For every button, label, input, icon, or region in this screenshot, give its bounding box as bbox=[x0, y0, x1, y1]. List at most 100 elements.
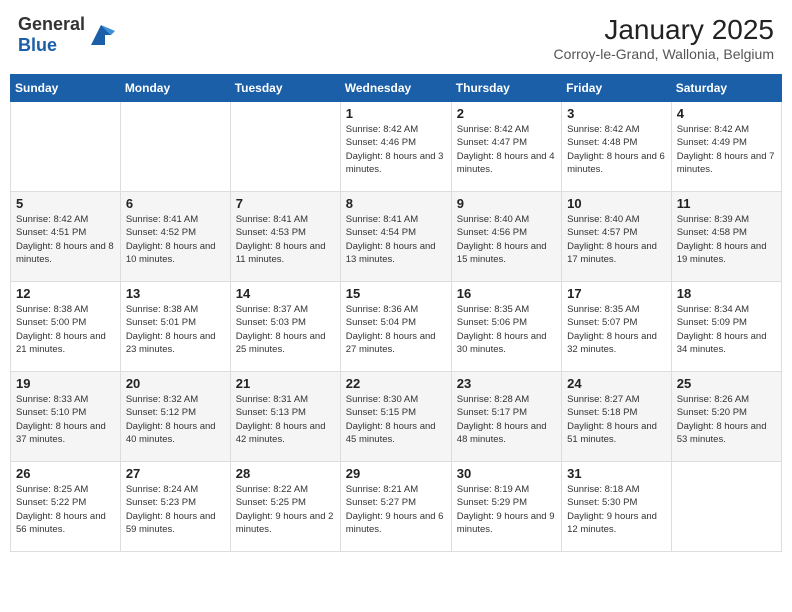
day-info: Sunrise: 8:41 AM Sunset: 4:54 PM Dayligh… bbox=[346, 213, 446, 266]
day-info: Sunrise: 8:28 AM Sunset: 5:17 PM Dayligh… bbox=[457, 393, 556, 446]
day-info: Sunrise: 8:42 AM Sunset: 4:49 PM Dayligh… bbox=[677, 123, 776, 176]
calendar-cell: 9Sunrise: 8:40 AM Sunset: 4:56 PM Daylig… bbox=[451, 192, 561, 282]
day-info: Sunrise: 8:40 AM Sunset: 4:56 PM Dayligh… bbox=[457, 213, 556, 266]
calendar-header-row: SundayMondayTuesdayWednesdayThursdayFrid… bbox=[11, 75, 782, 102]
calendar-cell: 27 Sunrise: 8:24 AM Sunset: 5:23 PM Dayli… bbox=[120, 462, 230, 552]
day-number: 23 bbox=[457, 376, 556, 391]
calendar-week-row: 19Sunrise: 8:33 AM Sunset: 5:10 PM Dayli… bbox=[11, 372, 782, 462]
calendar-cell: 10 Sunrise: 8:40 AM Sunset: 4:57 PM Dayli… bbox=[562, 192, 672, 282]
day-info: Sunrise: 8:35 AM Sunset: 5:07 PM Dayligh… bbox=[567, 303, 666, 356]
day-number: 22 bbox=[346, 376, 446, 391]
day-info: Sunrise: 8:24 AM Sunset: 5:23 PM Dayligh… bbox=[126, 483, 225, 536]
calendar-cell: 3Sunrise: 8:42 AM Sunset: 4:48 PM Daylig… bbox=[562, 102, 672, 192]
day-number: 15 bbox=[346, 286, 446, 301]
day-number: 20 bbox=[126, 376, 225, 391]
day-of-week-header: Saturday bbox=[671, 75, 781, 102]
calendar-cell: 16 Sunrise: 8:35 AM Sunset: 5:06 PM Dayli… bbox=[451, 282, 561, 372]
calendar-cell bbox=[11, 102, 121, 192]
calendar-cell: 22Sunrise: 8:30 AM Sunset: 5:15 PM Dayli… bbox=[340, 372, 451, 462]
day-info: Sunrise: 8:41 AM Sunset: 4:52 PM Dayligh… bbox=[126, 213, 225, 266]
calendar-cell: 17Sunrise: 8:35 AM Sunset: 5:07 PM Dayli… bbox=[562, 282, 672, 372]
calendar-week-row: 5 Sunrise: 8:42 AM Sunset: 4:51 PM Daylig… bbox=[11, 192, 782, 282]
day-number: 31 bbox=[567, 466, 666, 481]
day-info: Sunrise: 8:32 AM Sunset: 5:12 PM Dayligh… bbox=[126, 393, 225, 446]
calendar-cell: 6 Sunrise: 8:41 AM Sunset: 4:52 PM Daylig… bbox=[120, 192, 230, 282]
calendar-week-row: 12 Sunrise: 8:38 AM Sunset: 5:00 PM Dayli… bbox=[11, 282, 782, 372]
day-number: 26 bbox=[16, 466, 115, 481]
day-info: Sunrise: 8:42 AM Sunset: 4:48 PM Dayligh… bbox=[567, 123, 666, 176]
calendar-cell: 20 Sunrise: 8:32 AM Sunset: 5:12 PM Dayli… bbox=[120, 372, 230, 462]
day-number: 29 bbox=[346, 466, 446, 481]
calendar-week-row: 1Sunrise: 8:42 AM Sunset: 4:46 PM Daylig… bbox=[11, 102, 782, 192]
month-title: January 2025 bbox=[554, 14, 774, 46]
day-info: Sunrise: 8:33 AM Sunset: 5:10 PM Dayligh… bbox=[16, 393, 115, 446]
calendar-cell: 25Sunrise: 8:26 AM Sunset: 5:20 PM Dayli… bbox=[671, 372, 781, 462]
calendar-cell bbox=[230, 102, 340, 192]
day-number: 27 bbox=[126, 466, 225, 481]
calendar-week-row: 26Sunrise: 8:25 AM Sunset: 5:22 PM Dayli… bbox=[11, 462, 782, 552]
calendar-cell: 4Sunrise: 8:42 AM Sunset: 4:49 PM Daylig… bbox=[671, 102, 781, 192]
calendar-cell: 5 Sunrise: 8:42 AM Sunset: 4:51 PM Daylig… bbox=[11, 192, 121, 282]
day-info: Sunrise: 8:40 AM Sunset: 4:57 PM Dayligh… bbox=[567, 213, 666, 266]
day-info: Sunrise: 8:19 AM Sunset: 5:29 PM Dayligh… bbox=[457, 483, 556, 536]
calendar-cell: 2Sunrise: 8:42 AM Sunset: 4:47 PM Daylig… bbox=[451, 102, 561, 192]
day-info: Sunrise: 8:26 AM Sunset: 5:20 PM Dayligh… bbox=[677, 393, 776, 446]
day-number: 7 bbox=[236, 196, 335, 211]
day-info: Sunrise: 8:38 AM Sunset: 5:01 PM Dayligh… bbox=[126, 303, 225, 356]
day-of-week-header: Friday bbox=[562, 75, 672, 102]
day-info: Sunrise: 8:39 AM Sunset: 4:58 PM Dayligh… bbox=[677, 213, 776, 266]
day-number: 6 bbox=[126, 196, 225, 211]
day-info: Sunrise: 8:42 AM Sunset: 4:51 PM Dayligh… bbox=[16, 213, 115, 266]
calendar-cell: 11 Sunrise: 8:39 AM Sunset: 4:58 PM Dayli… bbox=[671, 192, 781, 282]
day-number: 8 bbox=[346, 196, 446, 211]
day-info: Sunrise: 8:22 AM Sunset: 5:25 PM Dayligh… bbox=[236, 483, 335, 536]
day-info: Sunrise: 8:31 AM Sunset: 5:13 PM Dayligh… bbox=[236, 393, 335, 446]
calendar-cell: 30 Sunrise: 8:19 AM Sunset: 5:29 PM Dayli… bbox=[451, 462, 561, 552]
logo-text: General Blue bbox=[18, 14, 85, 56]
day-number: 5 bbox=[16, 196, 115, 211]
calendar-cell: 21 Sunrise: 8:31 AM Sunset: 5:13 PM Dayli… bbox=[230, 372, 340, 462]
calendar-cell: 19Sunrise: 8:33 AM Sunset: 5:10 PM Dayli… bbox=[11, 372, 121, 462]
logo-icon bbox=[87, 21, 115, 49]
day-info: Sunrise: 8:18 AM Sunset: 5:30 PM Dayligh… bbox=[567, 483, 666, 536]
day-number: 12 bbox=[16, 286, 115, 301]
calendar-cell bbox=[120, 102, 230, 192]
day-of-week-header: Wednesday bbox=[340, 75, 451, 102]
calendar-cell: 1Sunrise: 8:42 AM Sunset: 4:46 PM Daylig… bbox=[340, 102, 451, 192]
day-number: 13 bbox=[126, 286, 225, 301]
day-number: 30 bbox=[457, 466, 556, 481]
day-info: Sunrise: 8:38 AM Sunset: 5:00 PM Dayligh… bbox=[16, 303, 115, 356]
calendar-cell: 28 Sunrise: 8:22 AM Sunset: 5:25 PM Dayli… bbox=[230, 462, 340, 552]
calendar-cell: 23 Sunrise: 8:28 AM Sunset: 5:17 PM Dayli… bbox=[451, 372, 561, 462]
day-number: 2 bbox=[457, 106, 556, 121]
day-info: Sunrise: 8:34 AM Sunset: 5:09 PM Dayligh… bbox=[677, 303, 776, 356]
day-info: Sunrise: 8:37 AM Sunset: 5:03 PM Dayligh… bbox=[236, 303, 335, 356]
day-number: 10 bbox=[567, 196, 666, 211]
day-number: 11 bbox=[677, 196, 776, 211]
day-number: 1 bbox=[346, 106, 446, 121]
day-of-week-header: Monday bbox=[120, 75, 230, 102]
day-of-week-header: Tuesday bbox=[230, 75, 340, 102]
day-info: Sunrise: 8:36 AM Sunset: 5:04 PM Dayligh… bbox=[346, 303, 446, 356]
calendar-cell: 13 Sunrise: 8:38 AM Sunset: 5:01 PM Dayli… bbox=[120, 282, 230, 372]
calendar-cell: 12 Sunrise: 8:38 AM Sunset: 5:00 PM Dayli… bbox=[11, 282, 121, 372]
day-number: 14 bbox=[236, 286, 335, 301]
calendar-cell: 24 Sunrise: 8:27 AM Sunset: 5:18 PM Dayli… bbox=[562, 372, 672, 462]
calendar-cell: 7 Sunrise: 8:41 AM Sunset: 4:53 PM Daylig… bbox=[230, 192, 340, 282]
day-info: Sunrise: 8:27 AM Sunset: 5:18 PM Dayligh… bbox=[567, 393, 666, 446]
day-number: 28 bbox=[236, 466, 335, 481]
day-number: 24 bbox=[567, 376, 666, 391]
day-number: 18 bbox=[677, 286, 776, 301]
day-of-week-header: Thursday bbox=[451, 75, 561, 102]
day-of-week-header: Sunday bbox=[11, 75, 121, 102]
calendar-cell: 26Sunrise: 8:25 AM Sunset: 5:22 PM Dayli… bbox=[11, 462, 121, 552]
calendar-cell: 29Sunrise: 8:21 AM Sunset: 5:27 PM Dayli… bbox=[340, 462, 451, 552]
logo-general: General bbox=[18, 14, 85, 34]
day-info: Sunrise: 8:41 AM Sunset: 4:53 PM Dayligh… bbox=[236, 213, 335, 266]
day-info: Sunrise: 8:35 AM Sunset: 5:06 PM Dayligh… bbox=[457, 303, 556, 356]
page-header: General Blue January 2025 Corroy-le-Gran… bbox=[10, 10, 782, 66]
day-number: 21 bbox=[236, 376, 335, 391]
calendar-cell: 18 Sunrise: 8:34 AM Sunset: 5:09 PM Dayli… bbox=[671, 282, 781, 372]
day-number: 16 bbox=[457, 286, 556, 301]
logo: General Blue bbox=[18, 14, 115, 56]
